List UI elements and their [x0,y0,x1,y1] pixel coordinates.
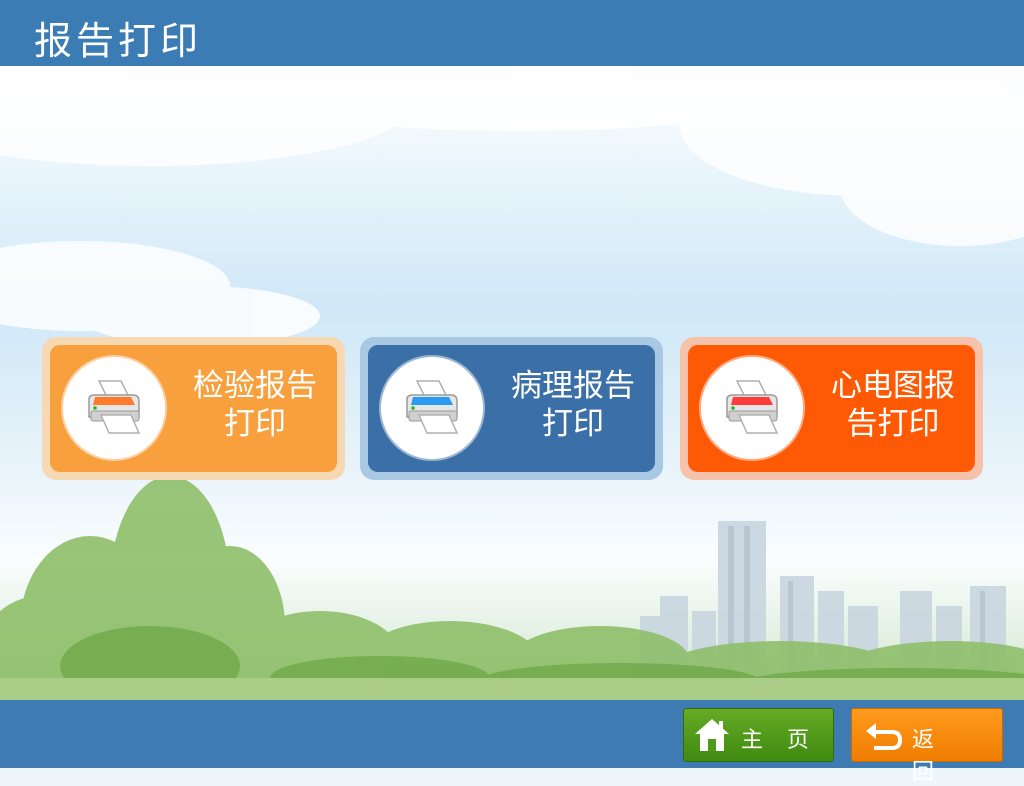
icon-circle [701,357,803,459]
printer-icon [88,380,141,434]
tile-label-line2: 打印 [224,406,286,442]
printer-icon [406,380,459,434]
home-icon [695,719,729,751]
printer-icon [726,380,779,434]
tile-label-line2: 打印 [542,406,604,442]
tile-label-line1: 检验报告 [193,368,317,404]
tile-body[interactable]: 病理报告 打印 [368,345,655,472]
home-button-label: 主页 [741,728,834,753]
footer-bar: 主页 返回 [0,700,1024,785]
tile-body[interactable]: 检验报告 打印 [50,345,337,472]
return-arrow-icon [866,723,902,750]
tile-label-line2: 告打印 [846,406,940,442]
header-bar: 报告打印 [0,0,1024,66]
tile-label: 心电图报 告打印 [820,367,966,443]
lab-report-print-tile[interactable]: 检验报告 打印 [42,337,345,480]
tile-label-line1: 病理报告 [511,368,635,404]
tile-label: 病理报告 打印 [500,367,646,443]
tile-label-line1: 心电图报 [831,368,955,404]
back-button-label: 返回 [912,728,959,785]
back-button[interactable]: 返回 [851,708,1003,785]
icon-circle [381,357,483,459]
home-button[interactable]: 主页 [683,708,834,762]
pathology-report-print-tile[interactable]: 病理报告 打印 [360,337,663,480]
tile-label: 检验报告 打印 [182,367,328,443]
icon-circle [63,357,165,459]
page-title: 报告打印 [34,19,203,63]
ecg-report-print-tile[interactable]: 心电图报 告打印 [680,337,983,480]
tile-body[interactable]: 心电图报 告打印 [688,345,975,472]
